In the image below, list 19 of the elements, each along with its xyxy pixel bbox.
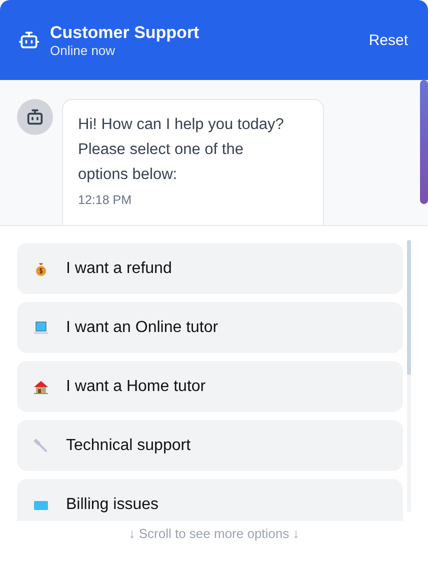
message-text: Hi! How can I help you today? Please select one of the options below: <box>78 115 285 185</box>
option-button[interactable]: I want a Home tutor <box>17 361 403 412</box>
money-bag-icon <box>33 260 49 276</box>
scroll-hint: ↓ Scroll to see more options ↓ <box>128 525 300 541</box>
scrollbar-thumb[interactable] <box>407 240 411 375</box>
message-time: 12:18 PM <box>78 193 133 207</box>
scrollbar-thumb[interactable] <box>420 80 428 204</box>
chat-title: Customer Support <box>50 22 200 42</box>
option-button[interactable]: Technical support <box>17 420 403 471</box>
online-status: Online now <box>50 42 116 58</box>
reset-button[interactable]: Reset <box>368 32 408 48</box>
bot-avatar <box>17 99 53 135</box>
laptop-icon <box>33 320 49 336</box>
robot-icon <box>18 29 40 51</box>
house-icon <box>33 378 49 394</box>
option-button[interactable]: Billing issues <box>17 479 403 521</box>
wrench-icon <box>33 438 49 454</box>
option-button[interactable]: I want a refund <box>17 243 403 294</box>
option-button[interactable]: I want an Online tutor <box>17 302 403 353</box>
